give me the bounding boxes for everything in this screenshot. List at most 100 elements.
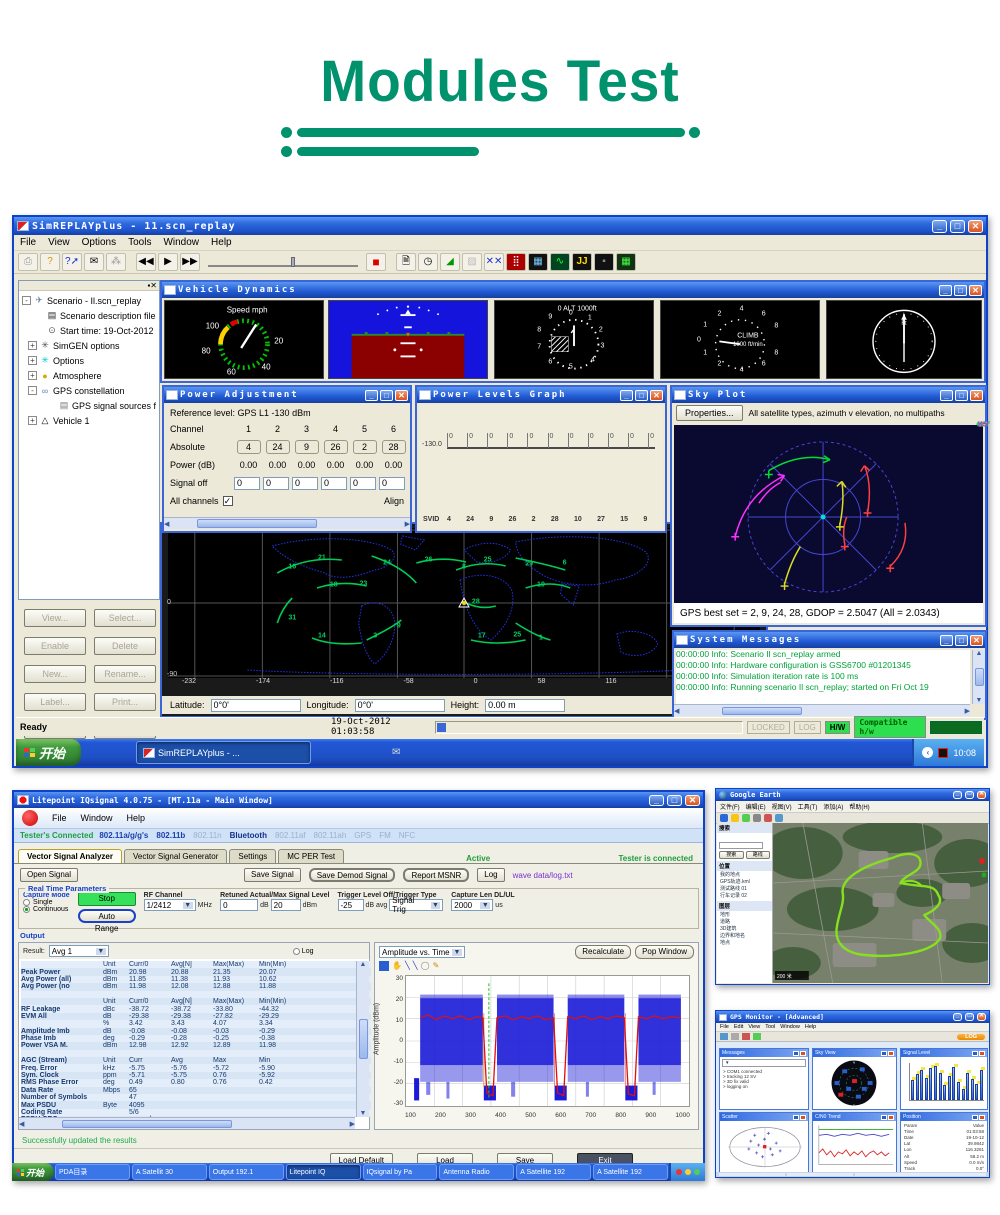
maximize-button[interactable]: □ [635,390,648,401]
min-icon[interactable] [972,1051,978,1056]
search-button[interactable]: 搜索 [719,851,744,859]
forward-icon[interactable]: ▶▶ [180,253,200,271]
menu-item[interactable]: 添加(A) [823,802,843,811]
results-vscrollbar[interactable]: ▲▼ [356,961,369,1117]
log-button[interactable]: Log [477,868,504,882]
tree-item[interactable]: - ∞ GPS constellation [21,383,159,398]
results-row[interactable]: RMS Phase Error deg 0.49 0.80 0.76 0.42 [21,1079,371,1086]
min-icon[interactable] [972,1115,978,1120]
menu-item[interactable]: Help [805,1024,816,1030]
scroll-thumb[interactable] [359,1019,368,1059]
layer-item[interactable]: 道路 [717,918,772,925]
minimize-button[interactable]: _ [940,390,953,401]
log-link[interactable]: wave data/log.txt [513,871,573,880]
tree-item[interactable]: - ✈ Scenario - Il.scn_replay [21,293,159,308]
scroll-up-icon[interactable]: ▲ [357,961,369,968]
taskbar-task[interactable]: IQsignal by Pa [363,1164,438,1180]
stop-icon[interactable]: ■ [366,253,386,271]
place-item[interactable]: 我的地点 [717,871,772,878]
signal-off-input[interactable] [234,477,260,490]
zoom-icon[interactable] [379,961,389,971]
band-link[interactable]: 802.11b [156,831,185,840]
maximize-button[interactable]: □ [950,220,965,233]
results-row[interactable]: Avg Power (no dBm 11.98 12.08 12.88 11.8… [21,983,371,990]
tree-action-button[interactable]: Select... [94,609,156,627]
scroll-down-icon[interactable]: ▼ [357,1110,369,1117]
menu-item[interactable]: Help [211,237,232,248]
menu-item[interactable]: View [748,1024,760,1030]
save-demod-button[interactable]: Save Demod Signal [309,868,396,882]
litepoint-titlebar[interactable]: Litepoint IQsignal 4.0.75 - [MT.11a - Ma… [14,792,703,808]
menu-item[interactable]: Options [82,237,116,248]
height-input[interactable] [485,699,565,712]
minimize-button[interactable]: _ [953,1013,962,1021]
menu-item[interactable]: Window [163,237,199,248]
rewind-icon[interactable]: ◀◀ [136,253,156,271]
min-icon[interactable] [793,1051,799,1056]
attenuation-input[interactable] [220,899,258,911]
chart-view-select[interactable]: Amplitude vs. Time▼ [379,946,465,958]
edit-icon[interactable]: ✎ [433,961,440,971]
taskbar-task[interactable]: A Satellit 30 [132,1164,207,1180]
taskbar-task[interactable]: SimREPLAYplus - ... [136,741,311,764]
maximize-button[interactable]: □ [954,285,967,296]
band-link[interactable]: GPS [354,831,371,840]
mode-tab[interactable]: Settings [229,849,276,863]
band-link[interactable]: NFC [399,831,415,840]
tree-action-button[interactable]: Label... [24,693,86,711]
tree-expand-icon[interactable]: + [28,416,37,425]
menu-item[interactable]: 文件(F) [720,802,740,811]
report-icon[interactable]: 🗎 [396,253,416,271]
menu-item[interactable]: Help [127,813,146,823]
results-row[interactable]: Avg Power (all) dBm 11.85 11.38 11.93 10… [21,976,371,983]
menu-item[interactable]: Tools [128,237,151,248]
close-button[interactable]: ✕ [970,635,983,646]
position-titlebar[interactable]: Position [901,1113,987,1121]
menu-item[interactable]: 工具(T) [798,802,818,811]
level-input[interactable] [271,899,301,911]
gnss-titlebar[interactable]: GPS Monitor - [Advanced] _ □ ✕ [716,1011,989,1023]
menu-item[interactable]: File [52,813,67,823]
speed-slider[interactable] [208,257,358,267]
open-signal-button[interactable]: Open Signal [20,868,78,882]
log-checkbox[interactable]: Log [293,948,314,955]
tree-item[interactable]: ▤ Scenario description file [21,308,159,323]
recalculate-button[interactable]: Recalculate [575,945,631,959]
tree-item[interactable]: + ✳ Options [21,353,159,368]
taskbar-task[interactable]: Litepoint IQ [286,1164,361,1180]
close-button[interactable]: ✕ [970,390,983,401]
jammer-icon[interactable]: JJ [572,253,592,271]
tray-app-icon[interactable] [938,748,948,758]
start-button[interactable]: 开始 [16,739,81,766]
system-messages-titlebar[interactable]: System Messages _ □ ✕ [674,632,985,648]
results-row[interactable]: % 3.42 3.43 4.07 3.34 [21,1020,371,1027]
menu-item[interactable]: File [20,237,36,248]
results-row[interactable]: Phase Imb deg -0.29 -0.28 -0.25 -0.38 [21,1035,371,1042]
tree-expand-icon[interactable]: + [28,371,37,380]
band-link[interactable]: 802.11ah [314,831,347,840]
search-input[interactable] [719,842,763,849]
band-link[interactable]: 802.11af [275,831,306,840]
band-link[interactable]: 802.11a/g/g's [99,831,148,840]
signal-off-input[interactable] [350,477,376,490]
tray-chevron-icon[interactable]: ‹ [922,747,933,758]
console-titlebar[interactable]: Messages [720,1049,808,1057]
band-link[interactable]: 802.11n [193,831,221,840]
place-item[interactable]: 测试路线 01 [717,885,772,892]
placemark-icon[interactable] [731,814,739,822]
maximize-button[interactable]: □ [380,390,393,401]
simreplay-titlebar[interactable]: SimREPLAYplus - 11.scn_replay _ □ ✕ [14,217,986,235]
longitude-input[interactable] [355,699,445,712]
trigger-type-select[interactable]: Signal Trig▼ [389,899,443,911]
nav-icon[interactable] [720,814,728,822]
console-dropdown[interactable]: ▼ [722,1059,806,1067]
pa-hscrollbar[interactable]: ◀ ▶ [164,517,410,529]
earth-titlebar[interactable]: Google Earth _ □ ✕ [716,789,989,801]
signal-off-input[interactable] [321,477,347,490]
scroll-thumb[interactable] [975,668,984,686]
scroll-thumb[interactable] [197,519,317,528]
multipath-icon[interactable]: ✕✕ [484,253,504,271]
tray-icon-yellow[interactable] [685,1169,691,1175]
marker1-icon[interactable]: ╲ [405,961,410,971]
results-row[interactable]: AGC (Stream) Unit Curr Avg Max Min [21,1057,371,1064]
